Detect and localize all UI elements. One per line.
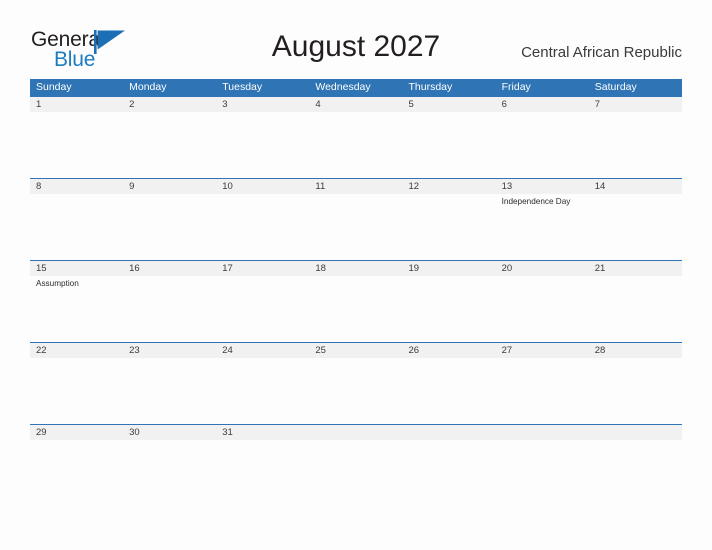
event-label: Assumption	[36, 279, 79, 288]
date-number[interactable]: 9	[123, 179, 216, 194]
calendar-week-row: 1 2 3 4 5 6 7	[30, 96, 682, 178]
day-cell[interactable]	[589, 358, 682, 424]
date-number[interactable]: 5	[403, 97, 496, 112]
day-cell[interactable]	[403, 358, 496, 424]
day-cell[interactable]	[309, 112, 402, 178]
date-number[interactable]: 1	[30, 97, 123, 112]
day-header-monday: Monday	[129, 81, 167, 93]
date-number[interactable]: 6	[496, 97, 589, 112]
week-date-band: 8 9 10 11 12 13 14	[30, 178, 682, 194]
day-cell[interactable]	[589, 194, 682, 260]
week-event-band	[30, 440, 682, 506]
country-label: Central African Republic	[521, 44, 682, 61]
day-cell[interactable]	[30, 112, 123, 178]
date-number[interactable]: 3	[216, 97, 309, 112]
day-cell[interactable]	[30, 440, 123, 506]
calendar-week-row: 8 9 10 11 12 13 14 Independence Day	[30, 178, 682, 260]
date-number[interactable]: 11	[309, 179, 402, 194]
day-cell[interactable]	[216, 194, 309, 260]
date-number[interactable]: 22	[30, 343, 123, 358]
week-date-band: 29 30 31	[30, 424, 682, 440]
date-number-empty	[496, 425, 589, 440]
calendar-page: General Blue August 2027 Central African…	[0, 0, 712, 550]
date-number[interactable]: 19	[403, 261, 496, 276]
calendar-week-row: 15 16 17 18 19 20 21 Assumption	[30, 260, 682, 342]
date-number[interactable]: 23	[123, 343, 216, 358]
day-header-saturday: Saturday	[594, 81, 637, 93]
date-number[interactable]: 25	[309, 343, 402, 358]
week-event-band: Assumption	[30, 276, 682, 342]
week-date-band: 15 16 17 18 19 20 21	[30, 260, 682, 276]
day-cell[interactable]	[496, 358, 589, 424]
day-cell[interactable]	[30, 194, 123, 260]
day-cell-empty	[589, 440, 682, 506]
date-number[interactable]: 10	[216, 179, 309, 194]
date-number[interactable]: 13	[496, 179, 589, 194]
date-number[interactable]: 15	[30, 261, 123, 276]
day-cell[interactable]	[123, 194, 216, 260]
date-number-empty	[589, 425, 682, 440]
day-cell[interactable]	[123, 276, 216, 342]
day-cell-assumption[interactable]: Assumption	[30, 276, 123, 342]
date-number[interactable]: 14	[589, 179, 682, 194]
date-number[interactable]: 8	[30, 179, 123, 194]
date-number[interactable]: 21	[589, 261, 682, 276]
date-number-empty	[403, 425, 496, 440]
date-number[interactable]: 24	[216, 343, 309, 358]
day-cell[interactable]	[403, 194, 496, 260]
date-number[interactable]: 4	[309, 97, 402, 112]
week-event-band: Independence Day	[30, 194, 682, 260]
date-number[interactable]: 29	[30, 425, 123, 440]
day-cell[interactable]	[589, 112, 682, 178]
day-cell[interactable]	[216, 440, 309, 506]
day-cell[interactable]	[30, 358, 123, 424]
week-event-band	[30, 358, 682, 424]
week-event-band	[30, 112, 682, 178]
week-date-band: 1 2 3 4 5 6 7	[30, 96, 682, 112]
day-header-friday: Friday	[501, 81, 531, 93]
day-cell-empty	[496, 440, 589, 506]
page-header: General Blue August 2027 Central African…	[0, 0, 712, 78]
day-header-tuesday: Tuesday	[222, 81, 263, 93]
event-label: Independence Day	[501, 197, 571, 206]
week-date-band: 22 23 24 25 26 27 28	[30, 342, 682, 358]
day-cell-empty	[309, 440, 402, 506]
day-cell[interactable]	[403, 276, 496, 342]
date-number[interactable]: 16	[123, 261, 216, 276]
date-number[interactable]: 17	[216, 261, 309, 276]
day-cell[interactable]	[216, 112, 309, 178]
day-header-wednesday: Wednesday	[315, 81, 371, 93]
date-number[interactable]: 20	[496, 261, 589, 276]
date-number[interactable]: 27	[496, 343, 589, 358]
day-cell[interactable]	[496, 276, 589, 342]
day-header-sunday: Sunday	[36, 81, 72, 93]
day-cell-independence-day[interactable]: Independence Day	[496, 194, 589, 260]
date-number[interactable]: 26	[403, 343, 496, 358]
day-cell[interactable]	[496, 112, 589, 178]
date-number[interactable]: 31	[216, 425, 309, 440]
day-cell-empty	[403, 440, 496, 506]
date-number-empty	[309, 425, 402, 440]
day-cell[interactable]	[123, 112, 216, 178]
day-cell[interactable]	[589, 276, 682, 342]
day-header-thursday: Thursday	[408, 81, 453, 93]
calendar-week-row: 29 30 31	[30, 424, 682, 506]
date-number[interactable]: 12	[403, 179, 496, 194]
day-cell[interactable]	[309, 358, 402, 424]
calendar-table: Sunday Monday Tuesday Wednesday Thursday…	[30, 79, 682, 506]
calendar-week-row: 22 23 24 25 26 27 28	[30, 342, 682, 424]
day-cell[interactable]	[403, 112, 496, 178]
date-number[interactable]: 2	[123, 97, 216, 112]
day-of-week-header-row: Sunday Monday Tuesday Wednesday Thursday…	[30, 79, 682, 96]
day-cell[interactable]	[216, 276, 309, 342]
day-cell[interactable]	[309, 194, 402, 260]
day-cell[interactable]	[309, 276, 402, 342]
date-number[interactable]: 18	[309, 261, 402, 276]
date-number[interactable]: 7	[589, 97, 682, 112]
day-cell[interactable]	[123, 358, 216, 424]
date-number[interactable]: 30	[123, 425, 216, 440]
date-number[interactable]: 28	[589, 343, 682, 358]
day-cell[interactable]	[216, 358, 309, 424]
day-cell[interactable]	[123, 440, 216, 506]
